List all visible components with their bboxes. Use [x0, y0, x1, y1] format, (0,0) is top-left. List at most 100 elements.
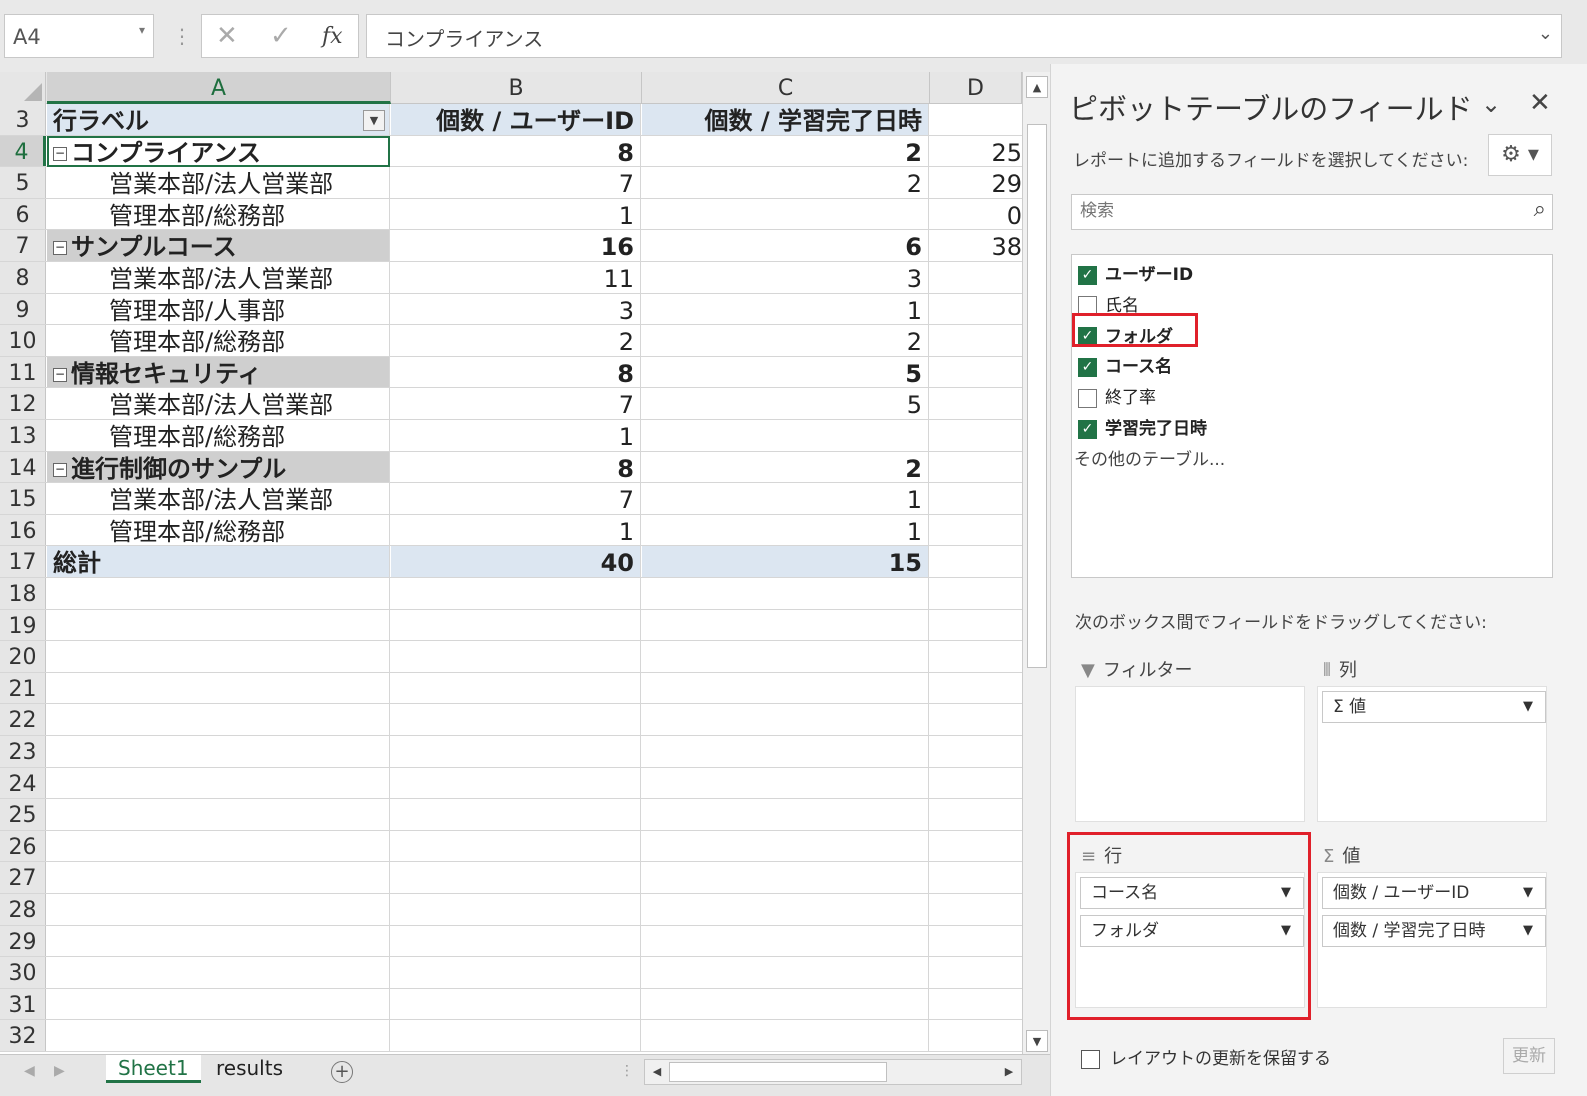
cell-b22[interactable] [391, 704, 641, 735]
tab-splitter-icon[interactable]: ⋮ [620, 1063, 634, 1079]
row-header[interactable]: 31 [0, 988, 46, 1020]
cell-b13[interactable]: 1 [391, 420, 641, 451]
cell-a17[interactable]: 総計 [47, 546, 390, 577]
row-header[interactable]: 5 [0, 167, 46, 198]
collapse-icon[interactable]: − [53, 241, 67, 256]
cell-a7[interactable]: − サンプルコース [47, 230, 390, 261]
cell-a13[interactable]: 管理本部/総務部 [47, 420, 390, 451]
insert-function-icon[interactable]: fx [322, 24, 343, 49]
cell-c11[interactable]: 5 [642, 356, 929, 388]
collapse-icon[interactable]: − [53, 462, 67, 477]
cell-d9[interactable] [930, 294, 1022, 325]
cell-a27[interactable] [47, 862, 390, 893]
row-header[interactable]: 14 [0, 451, 46, 483]
cell-b26[interactable] [391, 830, 641, 862]
horizontal-scrollbar[interactable]: ◀ ▶ [644, 1059, 1022, 1085]
cell-c16[interactable]: 1 [642, 514, 929, 546]
collapse-icon[interactable]: − [53, 367, 67, 382]
cell-b6[interactable]: 1 [391, 198, 641, 230]
cell-c17[interactable]: 15 [642, 546, 929, 577]
cell-a26[interactable] [47, 830, 390, 862]
cell-d25[interactable] [930, 799, 1022, 830]
row-header[interactable]: 26 [0, 830, 46, 862]
cell-c22[interactable] [642, 704, 929, 735]
field-item[interactable]: ✓ 学習完了日時 [1078, 417, 1207, 443]
cell-d14[interactable] [930, 452, 1022, 483]
columns-drop-box[interactable]: Σ 値 ▼ [1317, 686, 1547, 822]
cell-d28[interactable] [930, 894, 1022, 925]
select-all-button[interactable] [0, 72, 46, 104]
column-header-c[interactable]: C [642, 72, 930, 104]
cell-b12[interactable]: 7 [391, 388, 641, 419]
values-pill[interactable]: 個数 / 学習完了日時 ▼ [1322, 915, 1546, 947]
scroll-right-icon[interactable]: ▶ [999, 1062, 1019, 1082]
row-header[interactable]: 7 [0, 230, 46, 261]
cell-d17[interactable] [930, 546, 1022, 577]
cell-a16[interactable]: 管理本部/総務部 [47, 514, 390, 546]
dropdown-arrow-icon[interactable]: ▼ [1523, 692, 1533, 722]
cell-d8[interactable] [930, 262, 1022, 293]
next-sheet-icon[interactable]: ▶ [54, 1063, 65, 1079]
cell-d12[interactable] [930, 388, 1022, 419]
row-header[interactable]: 32 [0, 1020, 46, 1051]
field-checkbox[interactable] [1078, 388, 1097, 408]
tab-results[interactable]: results [204, 1055, 295, 1083]
cell-a10[interactable]: 管理本部/総務部 [47, 325, 390, 356]
name-box[interactable]: A4 ▾ [4, 14, 154, 58]
row-header[interactable]: 27 [0, 862, 46, 893]
tab-sheet1[interactable]: Sheet1 [106, 1055, 201, 1083]
cell-c7[interactable]: 6 [642, 230, 929, 261]
update-button[interactable]: 更新 [1503, 1038, 1555, 1074]
row-header[interactable]: 4 [0, 135, 46, 167]
cell-b24[interactable] [391, 767, 641, 799]
row-header[interactable]: 11 [0, 356, 46, 388]
vertical-scroll-thumb[interactable] [1027, 124, 1047, 668]
cell-d23[interactable] [930, 736, 1022, 767]
cell-d6[interactable]: 0 [930, 199, 1022, 230]
more-tables-link[interactable]: その他のテーブル... [1074, 445, 1225, 470]
row-header[interactable]: 29 [0, 925, 46, 957]
cell-d26[interactable] [930, 831, 1022, 862]
defer-update-row[interactable]: レイアウトの更新を保留する [1081, 1044, 1331, 1069]
field-item[interactable]: 終了率 [1078, 386, 1156, 412]
cell-c13[interactable] [642, 420, 929, 451]
row-header[interactable]: 19 [0, 609, 46, 641]
cell-a12[interactable]: 営業本部/法人営業部 [47, 388, 390, 419]
cell-c29[interactable] [642, 925, 929, 957]
vertical-scrollbar[interactable]: ▲ ▼ [1022, 72, 1050, 1054]
cell-c14[interactable]: 2 [642, 451, 929, 483]
cell-c24[interactable] [642, 767, 929, 799]
dropdown-arrow-icon[interactable]: ▼ [1523, 878, 1533, 908]
field-checkbox[interactable]: ✓ [1078, 357, 1097, 377]
cell-c30[interactable] [642, 957, 929, 988]
cell-a15[interactable]: 営業本部/法人営業部 [47, 483, 390, 514]
cell-c8[interactable]: 3 [642, 262, 929, 293]
prev-sheet-icon[interactable]: ◀ [24, 1063, 35, 1079]
chevron-down-icon[interactable]: ▾ [139, 23, 145, 37]
row-header[interactable]: 20 [0, 641, 46, 672]
row-header[interactable]: 21 [0, 672, 46, 704]
cell-a4[interactable]: − コンプライアンス [47, 135, 390, 167]
cell-c5[interactable]: 2 [642, 167, 929, 198]
cell-d31[interactable] [930, 989, 1022, 1020]
cell-a29[interactable] [47, 925, 390, 957]
cell-a25[interactable] [47, 799, 390, 830]
row-header[interactable]: 25 [0, 799, 46, 830]
cell-d16[interactable] [930, 515, 1022, 546]
cell-d27[interactable] [930, 862, 1022, 893]
cell-b7[interactable]: 16 [391, 230, 641, 261]
row-header[interactable]: 12 [0, 388, 46, 419]
cell-d5[interactable]: 29 [930, 167, 1022, 198]
cell-c15[interactable]: 1 [642, 483, 929, 514]
cell-a19[interactable] [47, 609, 390, 641]
cell-c21[interactable] [642, 672, 929, 704]
cell-a23[interactable] [47, 736, 390, 767]
cell-d20[interactable] [930, 641, 1022, 672]
values-pill[interactable]: 個数 / ユーザーID ▼ [1322, 877, 1546, 909]
cell-a32[interactable] [47, 1020, 390, 1051]
row-header[interactable]: 17 [0, 546, 46, 577]
values-drop-box[interactable]: 個数 / ユーザーID ▼ 個数 / 学習完了日時 ▼ [1317, 872, 1547, 1008]
row-header[interactable]: 9 [0, 293, 46, 325]
row-header[interactable]: 13 [0, 420, 46, 451]
cell-b27[interactable] [391, 862, 641, 893]
